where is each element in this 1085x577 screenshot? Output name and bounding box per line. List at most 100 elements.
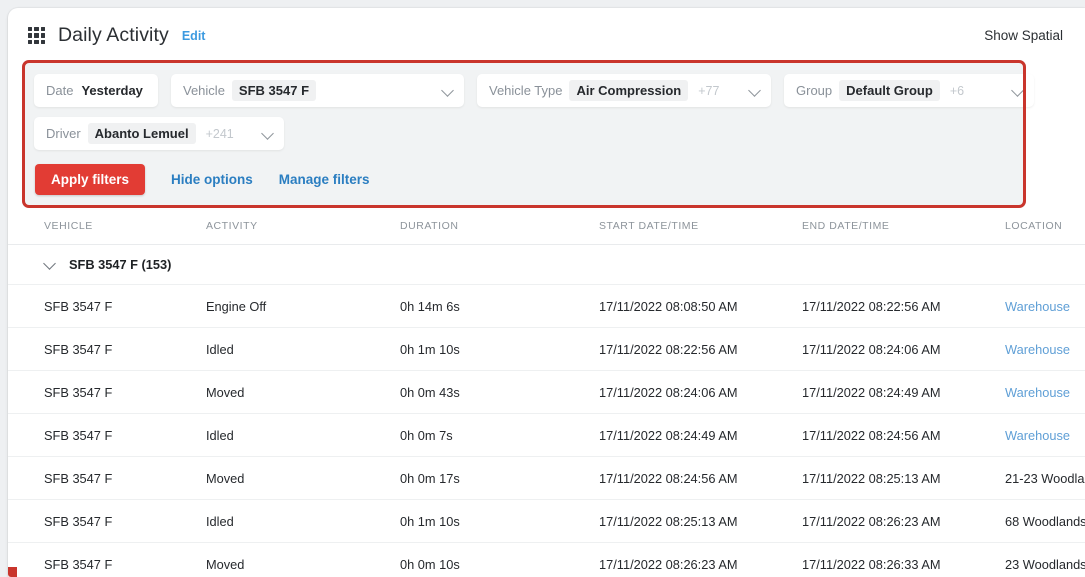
cell-end-date: 17/11/2022 08:25:13 AM [802,456,1005,500]
activity-table-header-row: VEHICLE ACTIVITY DURATION START DATE/TIM… [8,216,1085,245]
cell-vehicle: SFB 3547 F [8,327,206,371]
cell-end-date: 17/11/2022 08:26:23 AM [802,499,1005,543]
cell-location: 21-23 Woodlands [1005,456,1085,500]
cell-activity: Moved [206,456,400,500]
cell-location: 23 Woodlands [1005,542,1085,577]
filter-value-driver: Abanto Lemuel [87,123,196,144]
filter-overflow-count-group: +6 [949,83,965,98]
cell-end-date: 17/11/2022 08:26:33 AM [802,542,1005,577]
cell-duration: 0h 0m 17s [400,456,599,500]
table-row[interactable]: SFB 3547 F Engine Off 0h 14m 6s 17/11/2022 … [8,284,1085,328]
cell-activity: Engine Off [206,284,400,328]
filter-overflow-count-driver: +241 [205,126,234,141]
edit-report-link[interactable]: Edit [182,29,206,43]
chevron-down-icon-vehicle[interactable] [442,84,455,97]
column-header-duration[interactable]: DURATION [400,216,599,245]
filter-field-driver[interactable]: Driver Abanto Lemuel +241 [34,117,284,150]
column-header-location[interactable]: LOCATION [1005,216,1085,245]
cell-vehicle: SFB 3547 F [8,413,206,457]
column-header-end-date[interactable]: END DATE/TIME [802,216,1005,245]
group-cell-inner: SFB 3547 F (153) [8,257,1085,272]
cell-start-date: 17/11/2022 08:24:56 AM [599,456,802,500]
table-row[interactable]: SFB 3547 F Idled 0h 1m 10s 17/11/2022 08:25… [8,499,1085,543]
location-link[interactable]: Warehouse [1005,342,1070,357]
filter-field-vehicle[interactable]: Vehicle SFB 3547 F [171,74,464,107]
filter-overflow-count-vehicle-type: +77 [698,83,720,98]
filter-value-vehicle: SFB 3547 F [231,80,317,101]
table-row[interactable]: SFB 3547 F Idled 0h 0m 7s 17/11/2022 08:24:… [8,413,1085,457]
location-link[interactable]: Warehouse [1005,299,1070,314]
cell-duration: 0h 14m 6s [400,284,599,328]
filter-label-vehicle-type: Vehicle Type [489,83,563,98]
manage-filters-link[interactable]: Manage filters [279,172,370,187]
cell-vehicle: SFB 3547 F [8,284,206,328]
activity-table: VEHICLE ACTIVITY DURATION START DATE/TIM… [8,216,1085,577]
chevron-down-icon-driver[interactable] [262,127,275,140]
column-header-activity[interactable]: ACTIVITY [206,216,400,245]
cell-activity: Moved [206,370,400,414]
cell-activity: Idled [206,413,400,457]
cell-start-date: 17/11/2022 08:24:49 AM [599,413,802,457]
page-header: Daily Activity Edit Show Spatial [8,8,1085,63]
column-header-vehicle[interactable]: VEHICLE [8,216,206,245]
cell-duration: 0h 0m 7s [400,413,599,457]
column-header-start-date[interactable]: START DATE/TIME [599,216,802,245]
group-label: SFB 3547 F (153) [69,257,172,272]
table-row[interactable]: SFB 3547 F Moved 0h 0m 17s 17/11/2022 08:24… [8,456,1085,500]
filter-value-vehicle-type: Air Compression [569,80,689,101]
location-link[interactable]: Warehouse [1005,428,1070,443]
cell-vehicle: SFB 3547 F [8,499,206,543]
table-group-cell: SFB 3547 F (153) [8,244,1085,285]
cell-activity: Idled [206,327,400,371]
highlight-annotation-tail [8,567,17,577]
table-row[interactable]: SFB 3547 F Idled 0h 1m 10s 17/11/2022 08:22… [8,327,1085,371]
apps-grid-icon[interactable] [28,27,45,44]
app-root: Daily Activity Edit Show Spatial Date Ye… [0,0,1085,577]
cell-start-date: 17/11/2022 08:25:13 AM [599,499,802,543]
page-title: Daily Activity [58,24,169,46]
table-row[interactable]: SFB 3547 F Moved 0h 0m 43s 17/11/2022 08:24… [8,370,1085,414]
cell-location: 68 Woodlands [1005,499,1085,543]
filter-value-date: Yesterday [81,83,143,98]
filter-row-primary: Date Yesterday Vehicle SFB 3547 F Vehicl… [34,74,1034,107]
cell-vehicle: SFB 3547 F [8,370,206,414]
activity-table-container[interactable]: VEHICLE ACTIVITY DURATION START DATE/TIM… [8,216,1085,577]
cell-duration: 0h 1m 10s [400,327,599,371]
location-link[interactable]: Warehouse [1005,385,1070,400]
filter-field-vehicle-type[interactable]: Vehicle Type Air Compression +77 [477,74,771,107]
filter-actions: Apply filters Hide options Manage filter… [34,164,1014,195]
cell-start-date: 17/11/2022 08:26:23 AM [599,542,802,577]
cell-end-date: 17/11/2022 08:22:56 AM [802,284,1005,328]
filter-row-secondary: Driver Abanto Lemuel +241 [34,117,1014,150]
cell-duration: 0h 0m 43s [400,370,599,414]
cell-location: Warehouse [1005,284,1085,328]
cell-end-date: 17/11/2022 08:24:06 AM [802,327,1005,371]
cell-duration: 0h 1m 10s [400,499,599,543]
filter-label-vehicle: Vehicle [183,83,225,98]
cell-location: Warehouse [1005,370,1085,414]
cell-start-date: 17/11/2022 08:24:06 AM [599,370,802,414]
table-group-row[interactable]: SFB 3547 F (153) [8,244,1085,285]
show-spatial-toggle[interactable]: Show Spatial [984,28,1063,43]
filter-panel: Date Yesterday Vehicle SFB 3547 F Vehicl… [22,60,1034,208]
cell-location: Warehouse [1005,327,1085,371]
chevron-down-icon-vehicle-type[interactable] [749,84,762,97]
filter-label-group: Group [796,83,833,98]
cell-activity: Idled [206,499,400,543]
filter-field-group[interactable]: Group Default Group +6 [784,74,1034,107]
cell-end-date: 17/11/2022 08:24:49 AM [802,370,1005,414]
cell-start-date: 17/11/2022 08:22:56 AM [599,327,802,371]
chevron-down-icon-group[interactable] [1012,84,1025,97]
hide-options-link[interactable]: Hide options [171,172,253,187]
activity-table-body: SFB 3547 F (153) SFB 3547 F Engine Off 0h 1… [8,244,1085,577]
activity-table-head: VEHICLE ACTIVITY DURATION START DATE/TIM… [8,216,1085,245]
filter-value-group: Default Group [839,80,940,101]
cell-activity: Moved [206,542,400,577]
apply-filters-button[interactable]: Apply filters [35,164,146,195]
filter-field-date[interactable]: Date Yesterday [34,74,158,107]
table-row[interactable]: SFB 3547 F Moved 0h 0m 10s 17/11/2022 08:26… [8,542,1085,577]
cell-vehicle: SFB 3547 F [8,456,206,500]
chevron-down-icon[interactable] [44,258,57,271]
cell-start-date: 17/11/2022 08:08:50 AM [599,284,802,328]
cell-location: Warehouse [1005,413,1085,457]
